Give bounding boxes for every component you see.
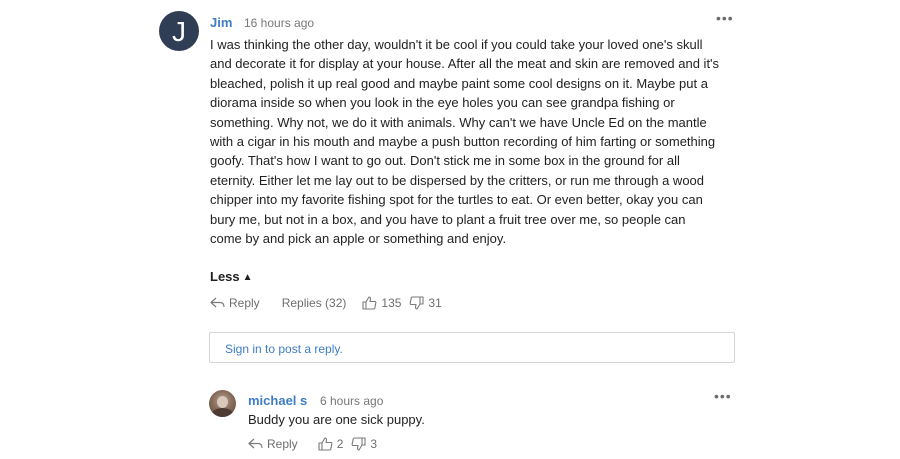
- avatar[interactable]: J: [159, 11, 199, 51]
- thumbs-up-icon: [362, 296, 377, 310]
- dislike-button[interactable]: 31: [409, 296, 442, 310]
- more-options-icon[interactable]: •••: [716, 10, 734, 26]
- reply-author[interactable]: michael s: [248, 393, 307, 408]
- avatar-face: [217, 396, 228, 408]
- replies-label: Replies (32): [281, 296, 347, 310]
- comment-timestamp: 16 hours ago: [244, 16, 315, 30]
- chevron-up-icon: ▲: [242, 272, 253, 283]
- reply-dislike-button[interactable]: 3: [351, 437, 377, 451]
- reply-button[interactable]: Reply: [210, 296, 260, 310]
- like-button[interactable]: 135: [362, 296, 401, 310]
- reply-label: Reply: [229, 296, 260, 310]
- thumbs-down-icon: [351, 437, 366, 451]
- like-count: 135: [381, 296, 402, 310]
- avatar-shirt: [212, 408, 233, 417]
- thumbs-up-icon: [318, 437, 333, 451]
- reply-dislike-count: 3: [370, 437, 378, 451]
- replies-button[interactable]: Replies (32): [282, 296, 347, 310]
- reply-like-button[interactable]: 2: [318, 437, 344, 451]
- sign-in-link[interactable]: Sign in to post a reply.: [225, 342, 343, 356]
- reply-arrow-icon: [248, 438, 263, 449]
- comment-body: I was thinking the other day, wouldn't i…: [210, 37, 720, 247]
- reply-timestamp: 6 hours ago: [320, 394, 384, 408]
- sign-in-reply-box[interactable]: Sign in to post a reply.: [209, 332, 735, 363]
- reply-reply-label: Reply: [267, 437, 298, 451]
- comment-actions: Reply Replies (32) 135 31: [210, 296, 442, 310]
- reply-like-count: 2: [336, 437, 344, 451]
- less-button[interactable]: Less ▲: [210, 269, 253, 284]
- avatar-letter: J: [172, 16, 186, 47]
- reply-arrow-icon: [210, 297, 225, 308]
- less-label: Less: [210, 269, 240, 284]
- reply-avatar[interactable]: [209, 390, 236, 417]
- reply-reply-button[interactable]: Reply: [248, 437, 298, 451]
- reply-body: Buddy you are one sick puppy.: [248, 412, 425, 427]
- thumbs-down-icon: [410, 296, 424, 310]
- reply-actions: Reply 2 3: [248, 437, 377, 451]
- reply-more-options-icon[interactable]: •••: [714, 388, 732, 404]
- dislike-count: 31: [428, 296, 442, 310]
- comment-author[interactable]: Jim: [210, 15, 232, 30]
